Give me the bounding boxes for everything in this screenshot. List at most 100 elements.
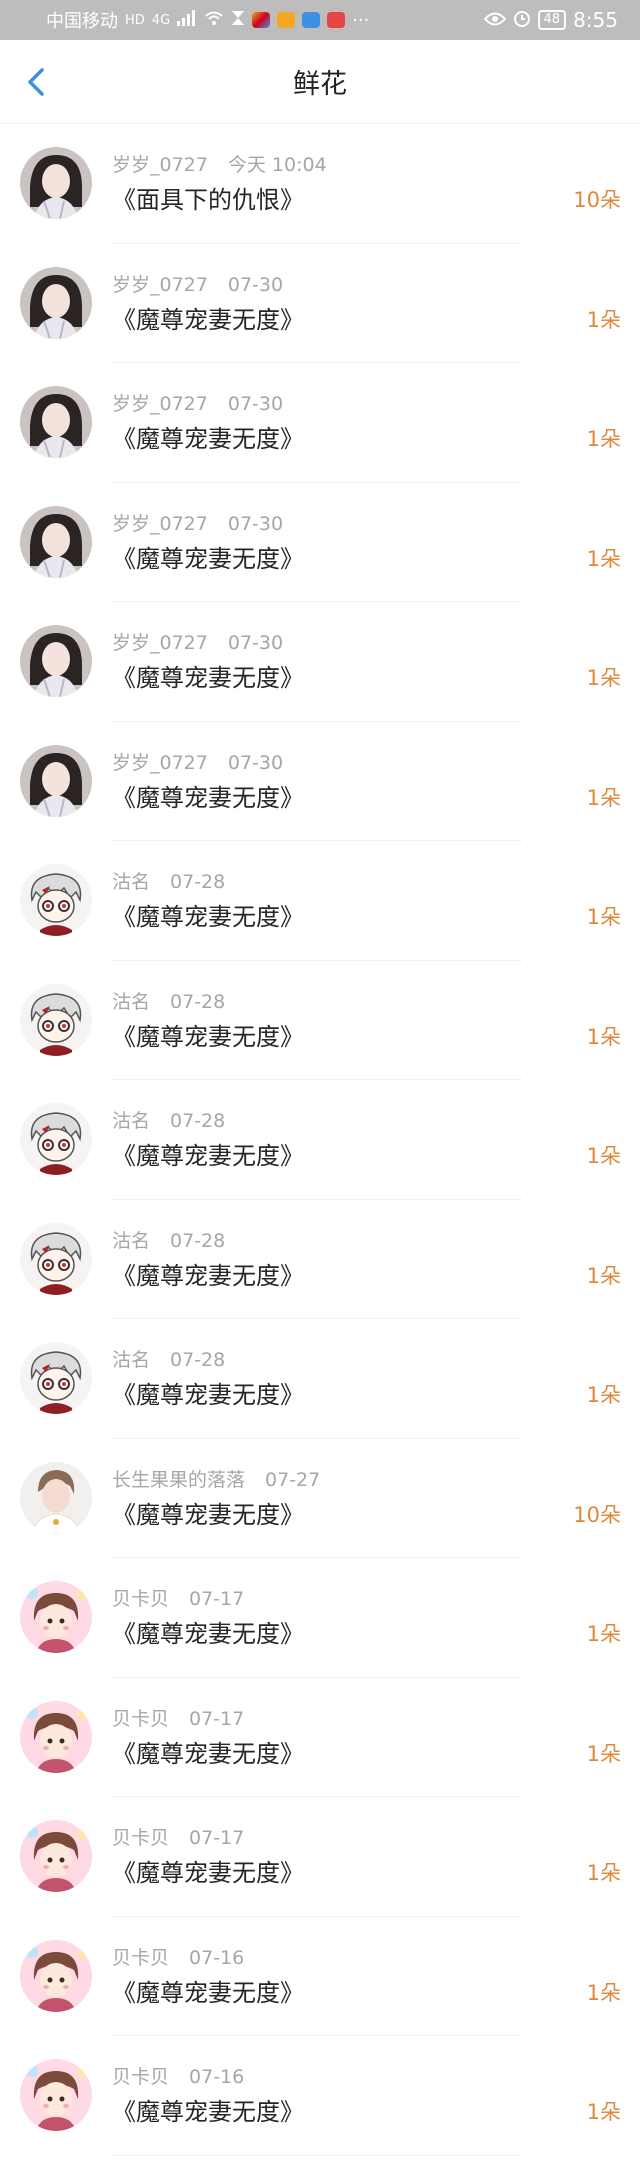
username[interactable]: 沽名 [112,871,150,893]
username[interactable]: 沽名 [112,1110,150,1132]
list-item[interactable]: 岁岁_0727 今天 10:04 《面具下的仇恨》 10朵 [0,124,640,244]
list-item[interactable]: 岁岁_0727 07-30 《魔尊宠妻无度》 1朵 [0,363,640,483]
book-title[interactable]: 《面具下的仇恨》 [112,180,304,215]
gift-date: 07-28 [170,1110,226,1132]
username[interactable]: 岁岁_0727 [112,752,208,774]
book-title[interactable]: 《魔尊宠妻无度》 [112,2092,304,2127]
flower-count: 1朵 [586,427,621,451]
cartoon-girl-avatar[interactable] [20,1939,92,2012]
eye-icon [483,10,506,31]
book-title[interactable]: 《魔尊宠妻无度》 [112,897,304,932]
item-meta: 岁岁_0727 07-30 [112,270,283,297]
flower-count: 1朵 [586,1741,621,1766]
username[interactable]: 岁岁_0727 [112,632,208,654]
item-meta: 岁岁_0727 07-30 [112,748,283,775]
list-item[interactable]: 岁岁_0727 07-30 《魔尊宠妻无度》 1朵 [0,244,640,363]
book-title[interactable]: 《魔尊宠妻无度》 [112,1136,304,1171]
flower-count: 1朵 [586,1144,621,1168]
book-title[interactable]: 《魔尊宠妻无度》 [112,539,304,574]
username[interactable]: 贝卡贝 [112,1947,169,1969]
flower-count: 1朵 [586,1383,621,1407]
username[interactable]: 沽名 [112,1349,150,1371]
list-item[interactable]: 沽名 07-28 《魔尊宠妻无度》 1朵 [0,841,640,961]
username[interactable]: 沽名 [112,1230,150,1252]
username[interactable]: 贝卡贝 [112,1588,169,1610]
book-title[interactable]: 《魔尊宠妻无度》 [112,658,304,693]
girl-photo-avatar[interactable] [20,505,92,578]
username[interactable]: 岁岁_0727 [112,513,208,535]
list-item[interactable]: 沽名 07-28 《魔尊宠妻无度》 1朵 [0,1319,640,1439]
list-item[interactable]: 岁岁_0727 07-30 《魔尊宠妻无度》 1朵 [0,722,640,841]
message-notification-icon [327,12,346,28]
item-meta: 贝卡贝 07-17 [112,1584,244,1611]
cartoon-girl-avatar[interactable] [20,1820,92,1892]
username[interactable]: 沽名 [112,991,150,1013]
book-title[interactable]: 《魔尊宠妻无度》 [112,1017,304,1052]
flower-count: 1朵 [586,666,621,690]
gift-date: 07-16 [189,2066,245,2088]
book-title[interactable]: 《魔尊宠妻无度》 [112,1256,304,1291]
list-item[interactable]: 贝卡贝 07-17 《魔尊宠妻无度》 1朵 [0,1558,640,1678]
gift-date: 07-30 [227,393,284,415]
list-item[interactable]: 贝卡贝 07-17 《魔尊宠妻无度》 1朵 [0,1797,640,1917]
girl-photo-avatar[interactable] [20,744,92,817]
list-item[interactable]: 贝卡贝 07-17 《魔尊宠妻无度》 1朵 [0,1678,640,1797]
book-title[interactable]: 《魔尊宠妻无度》 [112,1853,304,1888]
flower-count: 1朵 [586,905,621,929]
clock: 8:55 [573,8,618,32]
item-meta: 贝卡贝 07-17 [112,1823,244,1850]
book-title[interactable]: 《魔尊宠妻无度》 [112,778,304,813]
anime-boy-glasses-avatar[interactable] [20,1222,92,1295]
book-title[interactable]: 《魔尊宠妻无度》 [112,1973,304,2008]
girl-photo-avatar[interactable] [20,147,92,219]
gift-date: 07-27 [265,1468,321,1491]
list-item[interactable]: 岁岁_0727 07-30 《魔尊宠妻无度》 1朵 [0,483,640,602]
boy-photo-avatar[interactable] [20,1461,92,1534]
list-item[interactable]: 贝卡贝 07-16 《魔尊宠妻无度》 1朵 [0,1917,640,2036]
network-label: 4G [151,12,171,28]
username[interactable]: 岁岁_0727 [112,154,208,176]
anime-boy-glasses-avatar[interactable] [20,1342,92,1414]
cartoon-girl-avatar[interactable] [20,1700,92,1773]
battery-indicator: 48 [537,10,567,30]
girl-photo-avatar[interactable] [20,386,92,458]
book-title[interactable]: 《魔尊宠妻无度》 [112,1734,304,1769]
book-title[interactable]: 《魔尊宠妻无度》 [112,419,304,454]
username[interactable]: 岁岁_0727 [112,274,208,296]
username[interactable]: 贝卡贝 [112,1708,169,1730]
list-item[interactable]: 沽名 07-28 《魔尊宠妻无度》 1朵 [0,961,640,1080]
username[interactable]: 长生果果的落落 [112,1469,245,1491]
gift-date: 07-28 [170,1349,226,1371]
list-item[interactable]: 贝卡贝 07-16 《魔尊宠妻无度》 1朵 [0,2036,640,2156]
book-title[interactable]: 《魔尊宠妻无度》 [112,1495,304,1530]
book-title[interactable]: 《魔尊宠妻无度》 [112,1614,304,1649]
wifi-icon [204,10,224,31]
gift-date: 07-28 [170,871,226,893]
cartoon-girl-avatar[interactable] [20,1581,92,1653]
cartoon-girl-avatar[interactable] [20,2059,92,2131]
anime-boy-glasses-avatar[interactable] [20,1103,92,1175]
book-title[interactable]: 《魔尊宠妻无度》 [112,1375,304,1410]
page-title: 鲜花 [293,69,347,100]
hourglass-icon [231,10,245,31]
gift-date: 07-30 [227,632,284,654]
flower-count: 1朵 [586,2100,621,2124]
list-item[interactable]: 长生果果的落落 07-27 《魔尊宠妻无度》 10朵 [0,1439,640,1558]
book-title[interactable]: 《魔尊宠妻无度》 [112,300,304,335]
list-item[interactable]: 岁岁_0727 07-30 《魔尊宠妻无度》 1朵 [0,602,640,722]
anime-boy-glasses-avatar[interactable] [20,983,92,1056]
girl-photo-avatar[interactable] [20,625,92,697]
gift-date: 07-30 [227,512,284,535]
alarm-icon [513,9,531,32]
flower-count: 1朵 [586,1622,621,1646]
flower-count: 1朵 [586,1861,621,1885]
item-meta: 沽名 07-28 [112,1345,225,1372]
girl-photo-avatar[interactable] [20,266,92,339]
back-arrow-icon[interactable] [18,62,58,102]
list-item[interactable]: 沽名 07-28 《魔尊宠妻无度》 1朵 [0,1080,640,1200]
username[interactable]: 贝卡贝 [112,1827,169,1849]
username[interactable]: 贝卡贝 [112,2066,169,2088]
username[interactable]: 岁岁_0727 [112,393,208,415]
list-item[interactable]: 沽名 07-28 《魔尊宠妻无度》 1朵 [0,1200,640,1319]
anime-boy-glasses-avatar[interactable] [20,864,92,936]
